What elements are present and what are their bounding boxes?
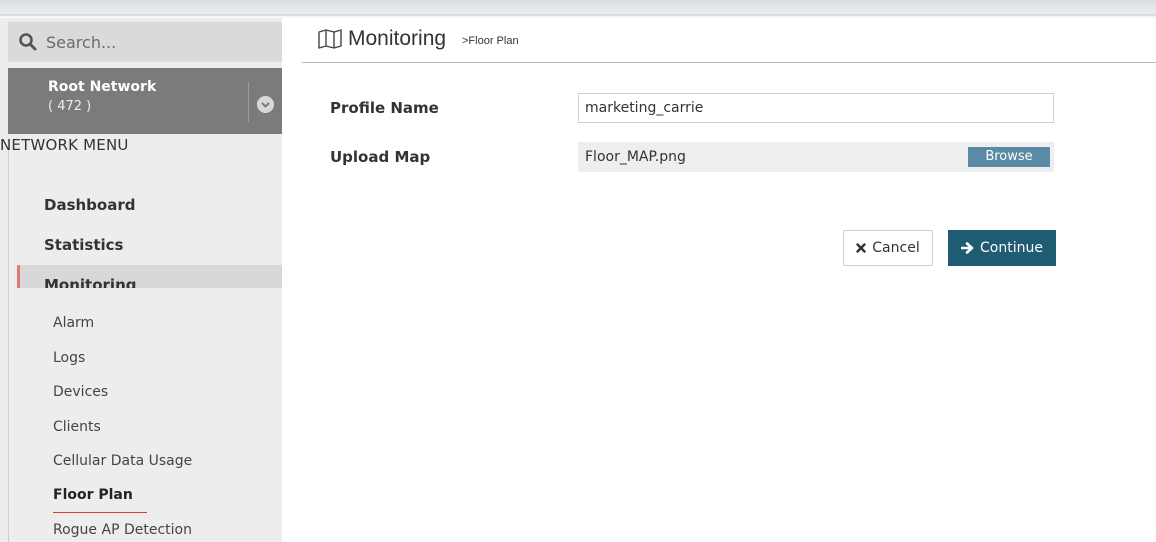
submenu-item-floor-plan[interactable]: Floor Plan: [53, 487, 133, 503]
search-box: [8, 22, 282, 62]
submenu-item-cellular-data-usage[interactable]: Cellular Data Usage: [53, 453, 192, 469]
page-title: Monitoring: [348, 27, 447, 50]
network-selector[interactable]: Root Network ( 472 ): [8, 68, 282, 134]
cancel-button[interactable]: Cancel: [843, 230, 933, 266]
cancel-button-label: Cancel: [872, 240, 920, 256]
submenu-item-clients[interactable]: Clients: [53, 419, 101, 435]
submenu-item-alarm[interactable]: Alarm: [53, 315, 94, 331]
submenu-item-logs[interactable]: Logs: [53, 350, 85, 366]
search-input[interactable]: [44, 31, 268, 53]
upload-map-field[interactable]: Floor_MAP.png Browse: [578, 142, 1054, 172]
profile-name-field[interactable]: [578, 93, 1054, 123]
sidebar-item-statistics[interactable]: Statistics: [17, 225, 282, 265]
submenu-item-rogue-ap-detection[interactable]: Rogue AP Detection: [53, 522, 192, 538]
active-item-underline: [53, 512, 147, 513]
continue-button[interactable]: Continue: [948, 230, 1056, 266]
submenu-item-devices[interactable]: Devices: [53, 384, 108, 400]
page-header: Monitoring >Floor Plan: [302, 18, 1156, 63]
profile-name-label: Profile Name: [330, 99, 439, 117]
map-icon: [318, 29, 342, 49]
sidebar-item-label: Statistics: [44, 236, 124, 254]
network-menu-heading: NETWORK MENU: [0, 136, 129, 154]
network-count: ( 472 ): [48, 99, 92, 114]
upload-map-label: Upload Map: [330, 148, 431, 166]
arrow-right-icon: [961, 242, 974, 254]
times-icon: [856, 243, 866, 253]
breadcrumb[interactable]: >Floor Plan: [462, 35, 519, 47]
search-icon: [19, 33, 37, 51]
network-name: Root Network: [48, 79, 157, 95]
sidebar-item-label: Dashboard: [44, 196, 136, 214]
chevron-down-circle-icon[interactable]: [257, 96, 274, 113]
sidebar-item-dashboard[interactable]: Dashboard: [17, 185, 282, 225]
continue-button-label: Continue: [980, 240, 1043, 256]
upload-map-filename: Floor_MAP.png: [585, 149, 686, 165]
network-selector-divider: [248, 82, 249, 122]
browse-button[interactable]: Browse: [968, 147, 1050, 167]
profile-name-input[interactable]: [583, 94, 1047, 122]
sidebar-left-rule: [8, 150, 9, 542]
